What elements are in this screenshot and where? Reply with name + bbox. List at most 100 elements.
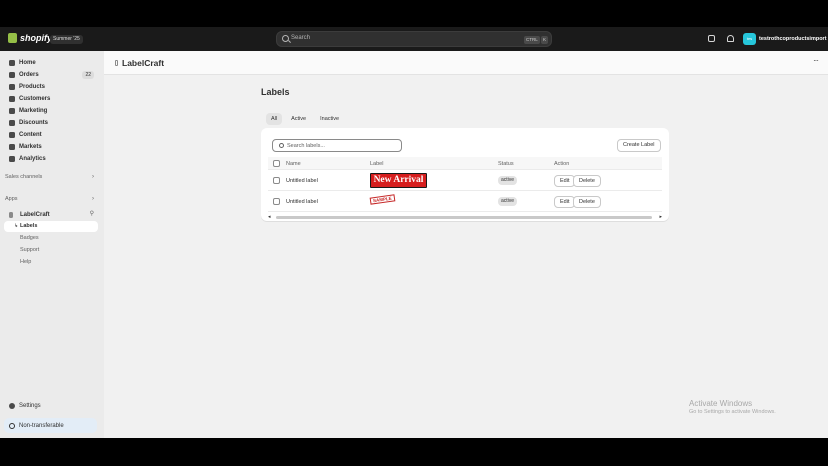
main-area: LabelCraft ··· Labels All Active Inactiv…: [104, 51, 828, 438]
sidebar: Home Orders 22 Products Customers Market…: [0, 51, 104, 438]
delete-button[interactable]: Delete: [573, 196, 601, 208]
horizontal-scrollbar[interactable]: ◂ ▸: [268, 214, 662, 220]
table-row[interactable]: Untitled label New Arrival active Edit D…: [268, 171, 662, 191]
nav-products[interactable]: Products: [4, 81, 98, 92]
global-search[interactable]: Search CTRL K: [276, 31, 552, 47]
nav-label: Settings: [19, 402, 41, 409]
scroll-right-icon[interactable]: ▸: [659, 214, 662, 220]
nav-badges[interactable]: Badges: [20, 235, 39, 241]
app-icon: [115, 60, 118, 66]
status-badge: active: [498, 197, 518, 206]
nav-label: Analytics: [19, 155, 46, 162]
col-status: Status: [498, 161, 514, 167]
store-icon[interactable]: [708, 35, 715, 42]
browser-frame: shopify Summer '25 Search CTRL K tes tes…: [0, 27, 828, 438]
nav-label: Home: [19, 59, 36, 66]
new-arrival-label-preview: New Arrival: [370, 173, 427, 188]
label-name: Untitled label: [286, 199, 318, 205]
discounts-icon: [9, 119, 15, 126]
activate-windows-watermark: Activate Windows Go to Settings to activ…: [689, 399, 776, 415]
label-name: Untitled label: [286, 178, 318, 184]
customers-icon: [9, 95, 15, 102]
scroll-left-icon[interactable]: ◂: [268, 214, 271, 220]
nav-label: Marketing: [19, 107, 48, 114]
labels-card: Create Label Name Label Status Action Un…: [261, 128, 669, 221]
apps-heading[interactable]: Apps: [5, 196, 18, 202]
app-icon: [9, 211, 13, 218]
create-label-button[interactable]: Create Label: [617, 139, 661, 152]
submenu-arrow-icon: ↳: [14, 223, 19, 229]
sales-channels-heading[interactable]: Sales channels: [5, 174, 42, 180]
chevron-right-icon[interactable]: ›: [92, 174, 94, 180]
products-icon: [9, 83, 15, 90]
content-icon: [9, 131, 15, 138]
nav-label: Orders: [19, 71, 39, 78]
store-avatar: tes: [743, 33, 756, 45]
shortcut-ctrl: CTRL: [524, 36, 540, 44]
orders-icon: [9, 71, 15, 78]
watermark-title: Activate Windows: [689, 399, 753, 408]
nav-settings[interactable]: Settings: [4, 400, 98, 411]
nav-label: Markets: [19, 143, 42, 150]
tab-all[interactable]: All: [266, 113, 283, 125]
nav-customers[interactable]: Customers: [4, 93, 98, 104]
scroll-thumb[interactable]: [276, 216, 652, 219]
nav-label: Content: [19, 131, 42, 138]
watermark-subtitle: Go to Settings to activate Windows.: [689, 409, 776, 415]
nav-support[interactable]: Support: [20, 247, 39, 253]
non-transferable-label: Non-transferable: [19, 422, 64, 429]
nav-home[interactable]: Home: [4, 57, 98, 68]
col-name: Name: [286, 161, 301, 167]
chevron-right-icon[interactable]: ›: [92, 196, 94, 202]
nav-label: Discounts: [19, 119, 49, 126]
delete-button[interactable]: Delete: [573, 175, 601, 187]
shopify-bag-icon: [8, 33, 17, 43]
nav-discounts[interactable]: Discounts: [4, 117, 98, 128]
tab-bar: All Active Inactive: [266, 113, 344, 125]
tab-inactive[interactable]: Inactive: [315, 113, 344, 125]
marketing-icon: [9, 107, 15, 114]
store-menu[interactable]: tes testrothcoproductsimport: [743, 33, 827, 45]
row-checkbox[interactable]: [273, 177, 280, 184]
table-row[interactable]: Untitled label SAMPLE active Edit Delete: [268, 192, 662, 212]
nav-content[interactable]: Content: [4, 129, 98, 140]
nav-labelcraft[interactable]: LabelCraft ⚲: [4, 209, 98, 220]
nav-labels[interactable]: Labels: [20, 223, 37, 229]
store-name: testrothcoproductsimport: [759, 36, 827, 42]
info-icon: [9, 422, 15, 429]
logo-text: shopify: [20, 33, 53, 43]
gear-icon: [9, 402, 15, 409]
edition-badge[interactable]: Summer '25: [50, 35, 83, 44]
search-placeholder: Search: [291, 35, 311, 41]
nav-markets[interactable]: Markets: [4, 141, 98, 152]
markets-icon: [9, 143, 15, 150]
nav-help[interactable]: Help: [20, 259, 31, 265]
col-action: Action: [554, 161, 570, 167]
app-header: LabelCraft ···: [104, 51, 828, 75]
nav-analytics[interactable]: Analytics: [4, 153, 98, 164]
row-checkbox[interactable]: [273, 198, 280, 205]
nav-label: Customers: [19, 95, 51, 102]
shortcut-k: K: [541, 36, 549, 44]
tab-active[interactable]: Active: [286, 113, 311, 125]
search-labels-input[interactable]: [287, 141, 397, 150]
non-transferable-banner[interactable]: Non-transferable: [4, 418, 97, 433]
app-title: LabelCraft: [122, 58, 165, 68]
analytics-icon: [9, 155, 15, 162]
sample-label-preview: SAMPLE: [369, 194, 396, 205]
bell-icon[interactable]: [727, 35, 734, 42]
nav-orders[interactable]: Orders 22: [4, 69, 98, 80]
orders-count-badge: 22: [82, 70, 94, 79]
table-header: Name Label Status Action: [268, 157, 662, 170]
search-labels-field[interactable]: [272, 139, 402, 152]
nav-marketing[interactable]: Marketing: [4, 105, 98, 116]
select-all-checkbox[interactable]: [273, 160, 280, 167]
shopify-logo[interactable]: shopify: [8, 33, 52, 43]
pin-icon[interactable]: ⚲: [90, 210, 94, 217]
page-title: Labels: [261, 87, 290, 97]
admin-topbar: shopify Summer '25 Search CTRL K tes tes…: [0, 27, 828, 51]
col-label: Label: [370, 161, 384, 167]
search-icon: [282, 35, 289, 42]
more-actions-icon[interactable]: ···: [813, 56, 819, 65]
nav-label: LabelCraft: [20, 211, 50, 218]
